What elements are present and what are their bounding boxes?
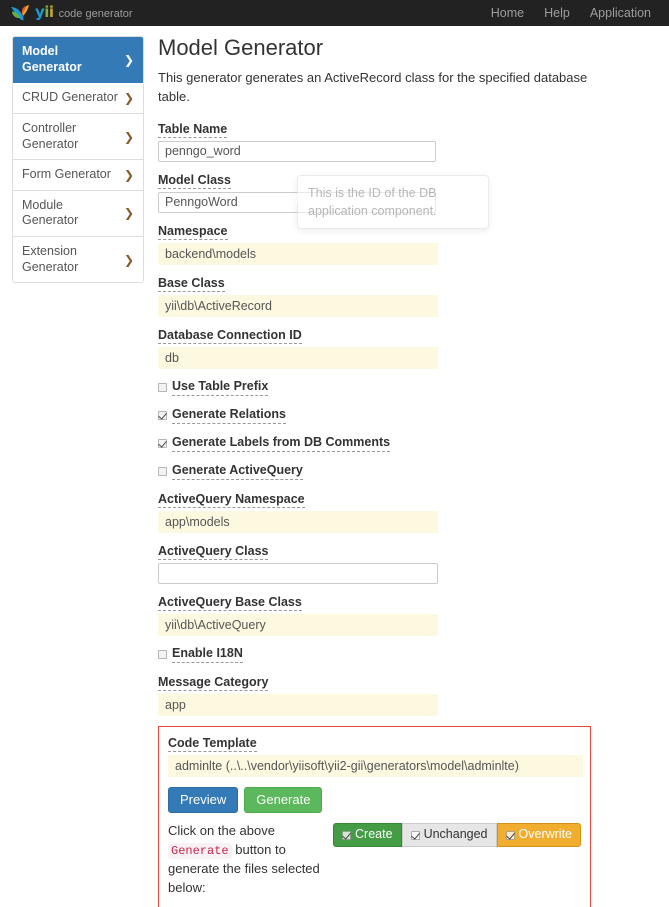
checkbox-label-generate-labels: Generate Labels from DB Comments [172,435,390,452]
brand-name: yii [35,5,54,20]
namespace-input[interactable] [158,243,438,265]
checkbox-label-generate-activequery: Generate ActiveQuery [172,463,303,480]
filter-toggle-unchanged[interactable]: Unchanged [402,823,497,847]
sidebar-item-label: Controller Generator [22,121,120,152]
chevron-right-icon: ❯ [124,92,134,104]
checkbox-row-enable-i18n[interactable]: Enable I18N [158,646,659,663]
hint-prefix: Click on the above [168,823,275,838]
preview-button[interactable]: Preview [168,787,238,813]
field-db-connection-id: Database Connection ID [158,327,659,369]
chevron-right-icon: ❯ [124,169,134,181]
checkbox-generate-relations[interactable] [158,411,167,420]
label-activequery-class: ActiveQuery Class [158,544,268,560]
activequery-class-input[interactable] [158,563,438,584]
label-activequery-namespace: ActiveQuery Namespace [158,492,305,508]
sidebar-item-extension-generator[interactable]: Extension Generator ❯ [13,237,143,282]
page-description: This generator generates an ActiveRecord… [158,69,588,107]
label-model-class: Model Class [158,173,231,189]
checkbox-generate-activequery[interactable] [158,467,167,476]
top-navbar: yii code generator Home Help Application [0,0,669,26]
yii-bird-logo-icon [10,4,30,22]
table-name-input[interactable] [158,141,436,162]
generator-sidebar: Model Generator ❯ CRUD Generator ❯ Contr… [12,36,144,283]
db-connection-id-input[interactable] [158,347,438,369]
field-namespace: Namespace [158,223,659,265]
nav-link-application[interactable]: Application [580,2,661,24]
label-namespace: Namespace [158,224,228,240]
field-message-category: Message Category [158,674,659,716]
sidebar-item-controller-generator[interactable]: Controller Generator ❯ [13,114,143,160]
base-class-input[interactable] [158,295,438,317]
page-title: Model Generator [158,36,659,60]
checkbox-enable-i18n[interactable] [158,650,167,659]
field-code-template: Code Template [168,735,581,777]
brand-subtitle: code generator [59,9,133,20]
checkbox-generate-labels-from-db-comments[interactable] [158,439,167,448]
checkbox-row-use-table-prefix[interactable]: Use Table Prefix [158,379,659,396]
checkbox-label-generate-relations: Generate Relations [172,407,286,424]
checkbox-row-generate-labels[interactable]: Generate Labels from DB Comments [158,435,659,452]
checkbox-label-use-table-prefix: Use Table Prefix [172,379,268,396]
sidebar-item-form-generator[interactable]: Form Generator ❯ [13,160,143,191]
sidebar-item-module-generator[interactable]: Module Generator ❯ [13,191,143,237]
field-base-class: Base Class [158,275,659,317]
filter-label-overwrite: Overwrite [519,828,572,842]
field-table-name: Table Name [158,121,659,162]
sidebar-item-model-generator[interactable]: Model Generator ❯ [13,37,143,83]
nav-link-help[interactable]: Help [534,2,580,24]
chevron-right-icon: ❯ [124,254,134,266]
label-activequery-base-class: ActiveQuery Base Class [158,595,302,611]
chevron-right-icon: ❯ [124,131,134,143]
brand[interactable]: yii code generator [10,0,133,26]
page-body: Model Generator ❯ CRUD Generator ❯ Contr… [0,26,669,907]
sidebar-item-label: Module Generator [22,198,120,229]
hint-code-generate: Generate [168,843,232,859]
sidebar-item-label: Model Generator [22,44,120,75]
activequery-namespace-input[interactable] [158,511,438,533]
checkbox-row-generate-relations[interactable]: Generate Relations [158,407,659,424]
label-base-class: Base Class [158,276,225,292]
file-filter-button-group: Create Unchanged Overwrite [333,823,581,847]
label-table-name: Table Name [158,122,227,138]
action-button-row: Preview Generate [168,787,581,813]
field-activequery-class: ActiveQuery Class [158,543,659,584]
checkbox-filter-create[interactable] [342,831,351,840]
chevron-right-icon: ❯ [124,54,134,66]
chevron-right-icon: ❯ [124,207,134,219]
sidebar-item-label: Form Generator [22,167,120,183]
sidebar-item-crud-generator[interactable]: CRUD Generator ❯ [13,83,143,114]
hint-and-legend-row: Click on the above Generate button to ge… [168,822,581,898]
field-activequery-base-class: ActiveQuery Base Class [158,594,659,636]
checkbox-use-table-prefix[interactable] [158,383,167,392]
field-model-class: Model Class [158,172,659,213]
activequery-base-class-input[interactable] [158,614,438,636]
checkbox-label-enable-i18n: Enable I18N [172,646,243,663]
model-class-input[interactable] [158,192,436,213]
checkbox-filter-unchanged[interactable] [411,831,420,840]
nav-links: Home Help Application [481,2,661,24]
filter-toggle-create[interactable]: Create [333,823,402,847]
label-db-connection-id: Database Connection ID [158,328,302,344]
message-category-input[interactable] [158,694,438,716]
label-code-template: Code Template [168,736,257,752]
nav-link-home[interactable]: Home [481,2,534,24]
code-template-select[interactable] [168,755,583,777]
filter-toggle-overwrite[interactable]: Overwrite [497,823,581,847]
main-content: Model Generator This generator generates… [144,36,669,907]
code-template-panel: Code Template Preview Generate Click on … [158,726,591,907]
filter-label-unchanged: Unchanged [424,828,488,842]
label-message-category: Message Category [158,675,268,691]
generate-hint-text: Click on the above Generate button to ge… [168,822,323,898]
generate-button[interactable]: Generate [244,787,322,813]
field-activequery-namespace: ActiveQuery Namespace [158,491,659,533]
checkbox-filter-overwrite[interactable] [506,831,515,840]
checkbox-row-generate-activequery[interactable]: Generate ActiveQuery [158,463,659,480]
filter-label-create: Create [355,828,393,842]
sidebar-item-label: Extension Generator [22,244,120,275]
sidebar-item-label: CRUD Generator [22,90,120,106]
